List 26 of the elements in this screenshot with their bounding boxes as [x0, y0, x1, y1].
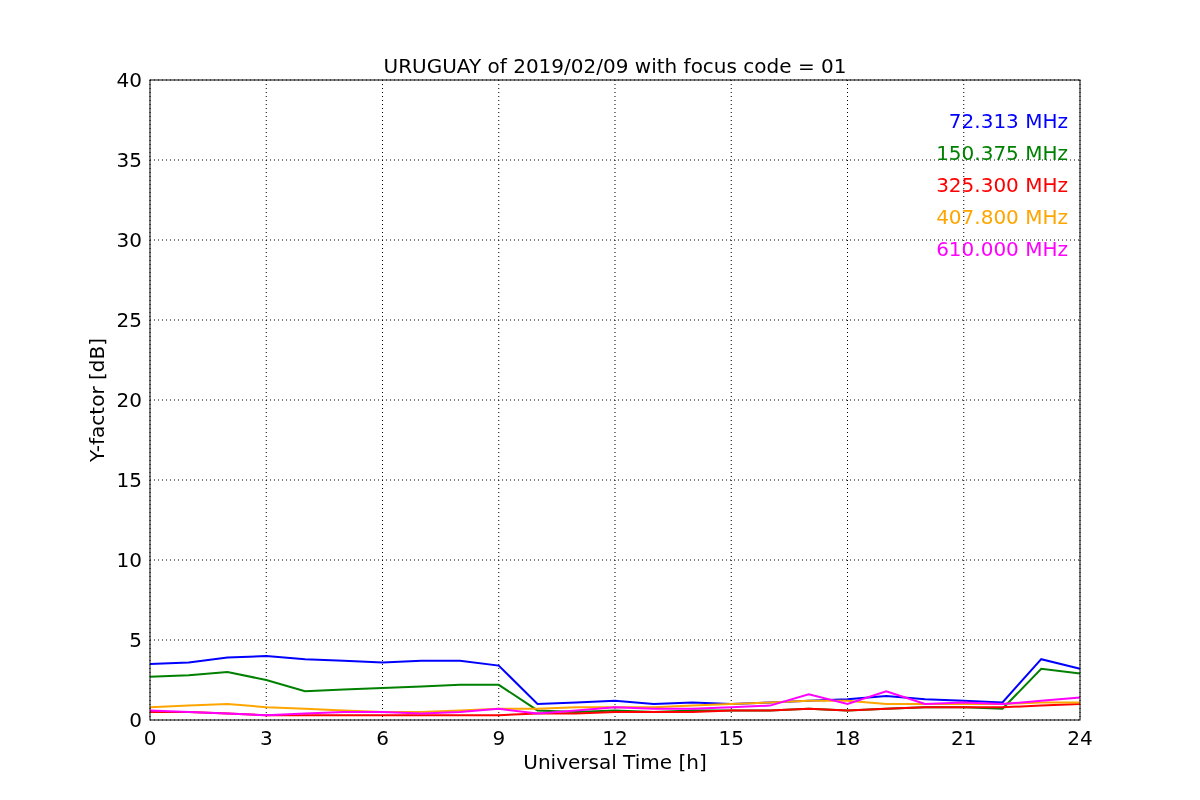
legend-entry: 610.000 MHz — [936, 237, 1068, 261]
tick-label: 12 — [602, 726, 628, 750]
tick-label: 6 — [376, 726, 389, 750]
axis-label: Universal Time [h] — [523, 750, 707, 774]
tick-label: 25 — [116, 308, 142, 332]
tick-label: 15 — [116, 468, 142, 492]
tick-label: 21 — [951, 726, 977, 750]
legend-entry: 325.300 MHz — [936, 173, 1068, 197]
chart-title: URUGUAY of 2019/02/09 with focus code = 01 — [383, 54, 847, 78]
tick-label: 10 — [116, 548, 142, 572]
tick-label: 5 — [129, 628, 142, 652]
tick-label: 0 — [129, 708, 142, 732]
legend-entry: 407.800 MHz — [936, 205, 1068, 229]
tick-label: 40 — [116, 68, 142, 92]
tick-label: 0 — [143, 726, 157, 750]
tick-label: 30 — [116, 228, 142, 252]
legend-entry: 72.313 MHz — [948, 109, 1068, 133]
tick-label: 18 — [834, 726, 861, 750]
tick-label: 9 — [492, 726, 506, 750]
legend-entry: 150.375 MHz — [936, 141, 1068, 165]
tick-label: 20 — [116, 388, 142, 412]
tick-label: 35 — [116, 148, 142, 172]
tick-label: 3 — [259, 726, 273, 750]
axis-label: Y-factor [dB] — [85, 338, 109, 462]
tick-label: 24 — [1067, 726, 1093, 750]
tick-label: 15 — [718, 726, 744, 750]
